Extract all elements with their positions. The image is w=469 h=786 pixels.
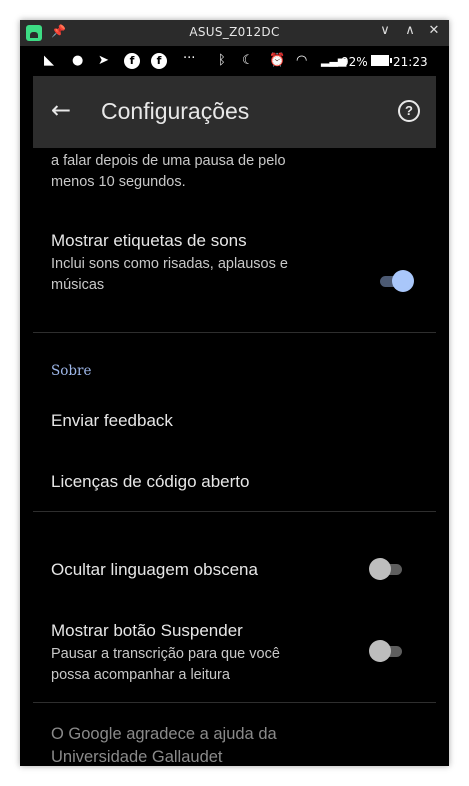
bluetooth-icon: ᛒ	[218, 53, 226, 68]
profanity-toggle[interactable]	[369, 557, 406, 580]
battery-icon	[371, 55, 392, 66]
setting-title: Ocultar linguagem obscena	[51, 560, 258, 579]
minimize-icon[interactable]: ∨	[376, 23, 394, 38]
emulator-window: 📌 ASUS_Z012DC ∨ ∧ ✕ ◣ ● ➤ f f ··· ᛒ ☾ ⏰ …	[20, 20, 449, 766]
setting-title: Mostrar etiquetas de sons	[51, 231, 247, 250]
open-source-licenses-item[interactable]: Licenças de código aberto	[51, 472, 249, 492]
app-bar: ← Configurações ?	[33, 76, 436, 148]
wifi-icon: ◠	[296, 53, 308, 68]
alarm-icon: ⏰	[269, 53, 286, 68]
setting-subtitle: Pausar a transcrição para que você possa…	[51, 646, 280, 683]
toggle-thumb	[392, 270, 414, 292]
setting-subtitle: Inclui sons como risadas, aplausos e mús…	[51, 256, 288, 293]
do-not-disturb-icon: ☾	[242, 53, 254, 68]
divider	[33, 332, 436, 333]
acknowledgement-text: O Google agradece a ajuda da Universidad…	[51, 725, 277, 766]
facebook-icon: f	[151, 53, 167, 69]
chat-icon: ●	[72, 53, 84, 68]
status-bar: ◣ ● ➤ f f ··· ᛒ ☾ ⏰ ◠ ▂▃▅ 92% 21:23	[20, 46, 449, 76]
close-icon[interactable]: ✕	[425, 23, 443, 38]
toggle-thumb	[369, 640, 391, 662]
clock: 21:23	[393, 55, 428, 69]
toggle-thumb	[369, 558, 391, 580]
telegram-icon: ➤	[98, 53, 109, 68]
pause-button-toggle[interactable]	[369, 639, 406, 662]
divider	[33, 702, 436, 703]
page-title: Configurações	[101, 98, 250, 124]
sound-labels-toggle[interactable]	[378, 269, 414, 292]
send-feedback-item[interactable]: Enviar feedback	[51, 411, 173, 431]
setting-title: Mostrar botão Suspender	[51, 621, 243, 640]
facebook-icon: f	[124, 53, 140, 69]
back-arrow-icon[interactable]: ←	[51, 98, 77, 124]
help-icon[interactable]: ?	[398, 100, 420, 122]
more-notifications-icon: ···	[183, 51, 196, 66]
section-header-about: Sobre	[51, 363, 92, 379]
window-title-bar[interactable]: 📌 ASUS_Z012DC ∨ ∧ ✕	[20, 20, 449, 46]
battery-percent: 92%	[341, 55, 368, 69]
continuation-text: a falar depois de uma pausa de pelo meno…	[51, 153, 286, 190]
maximize-icon[interactable]: ∧	[401, 23, 419, 38]
divider	[33, 511, 436, 512]
notification-app-icon: ◣	[44, 53, 54, 68]
